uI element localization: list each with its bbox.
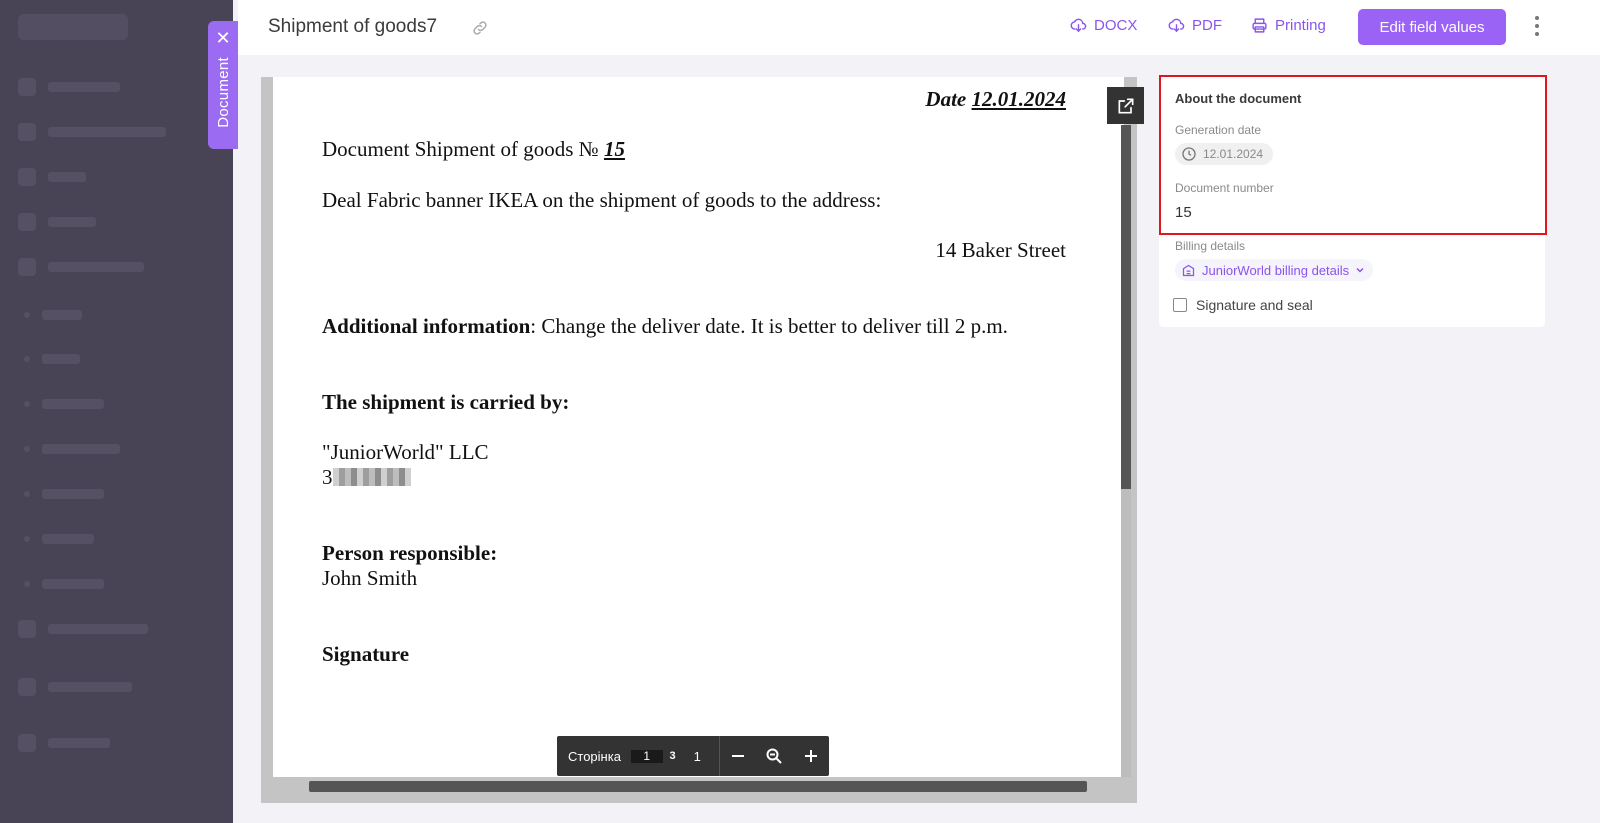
document-heading: Document Shipment of goods № 15 <box>322 137 625 162</box>
signature-seal-toggle[interactable]: Signature and seal <box>1173 297 1313 313</box>
generation-date-label: Generation date <box>1175 123 1262 137</box>
page-title: Shipment of goods7 <box>268 16 438 37</box>
sidebar-subitem[interactable] <box>18 440 120 458</box>
nav-icon <box>18 78 36 96</box>
sidebar-subitem[interactable] <box>18 395 104 413</box>
scroll-thumb[interactable] <box>1121 125 1131 489</box>
sidebar-item[interactable] <box>18 258 144 276</box>
additional-info: Additional information: Change the deliv… <box>322 314 1008 339</box>
docx-label: DOCX <box>1094 17 1138 34</box>
nav-icon <box>18 258 36 276</box>
signature-heading: Signature <box>322 642 410 666</box>
billing-details-value: JuniorWorld billing details <box>1202 262 1350 278</box>
sidebar-subitem[interactable] <box>18 530 94 548</box>
cloud-download-icon <box>1070 18 1087 33</box>
app-sidebar <box>0 0 233 823</box>
cloud-download-icon <box>1168 18 1185 33</box>
carrier-detail-visible: 3 <box>322 465 333 489</box>
pdf-label: PDF <box>1192 17 1222 34</box>
delivery-address: 14 Baker Street <box>935 238 1066 262</box>
date-label: Date <box>925 87 967 111</box>
sidebar-item[interactable] <box>18 168 86 186</box>
plus-icon <box>804 750 817 762</box>
clock-icon <box>1182 147 1196 161</box>
signature-seal-label: Signature and seal <box>1196 297 1313 313</box>
document-page: Date 12.01.2024 Document Shipment of goo… <box>273 77 1124 777</box>
carrier-detail: 3 <box>322 465 411 490</box>
billing-details-label: Billing details <box>1175 239 1246 253</box>
edit-field-values-button[interactable]: Edit field values <box>1358 9 1506 45</box>
sidebar-item[interactable] <box>18 213 96 231</box>
nav-icon <box>18 213 36 231</box>
sidebar-subitem[interactable] <box>18 575 104 593</box>
deal-line: Deal Fabric banner IKEA on the shipment … <box>322 188 882 212</box>
date-value: 12.01.2024 <box>971 87 1067 111</box>
page-number-input[interactable]: 1 <box>630 749 663 763</box>
additional-text: : Change the deliver date. It is better … <box>530 314 1008 338</box>
nav-icon <box>18 123 36 141</box>
printer-icon <box>1252 18 1267 33</box>
heading-prefix: Document Shipment of goods № <box>322 137 599 161</box>
vertical-scrollbar[interactable] <box>1121 125 1131 777</box>
print-button[interactable]: Printing <box>1251 17 1326 34</box>
generation-date-chip: 12.01.2024 <box>1175 143 1274 165</box>
bank-icon <box>1182 264 1195 276</box>
sidebar-item[interactable] <box>18 734 110 752</box>
document-panel: Shipment of goods7 DOCX PDF Printing Edi… <box>238 0 1600 823</box>
sidebar-subitem[interactable] <box>18 485 104 503</box>
open-external-icon[interactable] <box>1107 87 1144 124</box>
responsible-heading: Person responsible: <box>322 541 498 565</box>
carrier-heading: The shipment is carried by: <box>322 390 570 414</box>
horizontal-scrollbar[interactable] <box>309 781 1087 792</box>
document-date: Date 12.01.2024 <box>925 87 1066 112</box>
heading-number: 15 <box>603 137 625 161</box>
zoom-in-button[interactable] <box>793 736 829 776</box>
sidebar-item[interactable] <box>18 123 166 141</box>
page-label: Сторінка <box>568 748 621 764</box>
billing-details-select[interactable]: JuniorWorld billing details <box>1175 259 1374 281</box>
sidebar-item[interactable] <box>18 620 148 638</box>
document-viewer: Date 12.01.2024 Document Shipment of goo… <box>261 77 1144 803</box>
sidebar-item[interactable] <box>18 78 120 96</box>
nav-icon <box>18 168 36 186</box>
pdf-download-button[interactable]: PDF <box>1168 17 1222 34</box>
document-number-value: 15 <box>1175 204 1192 221</box>
document-tab-label: Document <box>214 57 232 128</box>
more-options-icon[interactable] <box>1534 16 1540 36</box>
redacted-block <box>332 468 411 486</box>
page-toolbar: Сторінка 1 3 1 <box>557 736 829 776</box>
zoom-fit-button[interactable] <box>756 736 792 776</box>
sidebar-item[interactable] <box>18 678 132 696</box>
minus-icon <box>732 755 745 757</box>
zoom-level: 1 <box>693 748 701 764</box>
document-side-tab: ✕ Document <box>208 21 238 149</box>
generation-date-value: 12.01.2024 <box>1203 147 1264 161</box>
docx-download-button[interactable]: DOCX <box>1070 17 1137 34</box>
page-total: 3 <box>669 750 676 762</box>
additional-label: Additional information <box>322 314 531 338</box>
sidebar-subitem[interactable] <box>18 350 80 368</box>
about-title: About the document <box>1175 91 1302 106</box>
nav-icon <box>18 620 36 638</box>
document-number-label: Document number <box>1175 181 1274 195</box>
printing-label: Printing <box>1275 17 1326 34</box>
link-icon[interactable] <box>471 19 489 37</box>
nav-icon <box>18 734 36 752</box>
nav-icon <box>18 678 36 696</box>
panel-header: Shipment of goods7 DOCX PDF Printing Edi… <box>238 0 1600 55</box>
app-logo <box>18 14 128 40</box>
magnifier-icon <box>766 748 783 764</box>
carrier-name: "JuniorWorld" LLC <box>322 440 489 464</box>
sidebar-subitem[interactable] <box>18 306 82 324</box>
close-icon[interactable]: ✕ <box>215 29 230 47</box>
signature-seal-checkbox[interactable] <box>1173 298 1187 312</box>
responsible-name: John Smith <box>322 566 418 590</box>
chevron-down-icon <box>1356 267 1364 273</box>
about-document-card: About the document Generation date 12.01… <box>1159 75 1545 327</box>
zoom-out-button[interactable] <box>720 736 756 776</box>
